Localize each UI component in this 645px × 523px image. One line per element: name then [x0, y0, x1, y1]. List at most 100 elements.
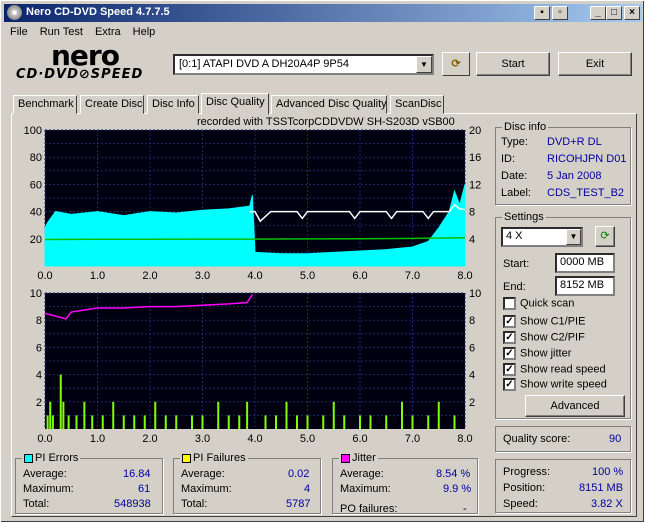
x-tick-label: 2.0 — [142, 433, 157, 445]
checkmark-icon[interactable]: ✓ — [503, 315, 516, 328]
pi-errors-total-label: Total: — [23, 498, 50, 510]
jitter-group: Jitter Average: 8.54 % Maximum: 9.9 % PO… — [332, 452, 478, 515]
quick-scan-checkbox[interactable]: Quick scan — [503, 297, 574, 310]
checkmark-icon[interactable]: ✓ — [503, 331, 516, 344]
refresh-drive-button[interactable]: ⟳ — [442, 52, 470, 76]
drive-select-value: [0:1] ATAPI DVD A DH20A4P 9P54 — [179, 58, 349, 70]
pi-failure-bar — [453, 415, 456, 429]
settings-group: Settings 4 X ▼ ⟳ Start: 0000 MB End: 815… — [495, 211, 631, 419]
quality-score-value: 90 — [609, 433, 622, 445]
x-tick-label: 7.0 — [405, 270, 420, 282]
progress-group: Progress: 100 % Position: 8151 MB Speed:… — [495, 459, 631, 513]
pi-failure-bar — [264, 415, 267, 429]
show-c2-pif-checkbox[interactable]: ✓ Show C2/PIF — [503, 331, 585, 344]
pi-failures-group: PI Failures Average: 0.02 Maximum: 4 Tot… — [173, 452, 321, 514]
progress-label: Progress: — [503, 466, 551, 478]
y2-tick-label: 6 — [469, 342, 475, 354]
pi-failure-bar — [201, 415, 204, 429]
show-jitter-checkbox[interactable]: ✓ Show jitter — [503, 347, 571, 360]
checkmark-icon[interactable]: ✓ — [503, 378, 516, 391]
pi-failure-bar — [322, 415, 325, 429]
extra-window-button-2[interactable]: ▫ — [552, 6, 568, 20]
position-value: 8151 MB — [579, 482, 624, 494]
y-tick-label: 80 — [30, 152, 42, 164]
pi-failure-bar — [75, 415, 78, 429]
progress-value: 100 % — [592, 466, 624, 478]
disc-type-label: Type: — [501, 136, 528, 148]
drive-select[interactable]: [0:1] ATAPI DVD A DH20A4P 9P54 ▼ — [173, 54, 434, 75]
speed-label: Speed: — [503, 498, 538, 510]
start-label: Start: — [503, 258, 530, 270]
y-tick-label: 40 — [30, 207, 42, 219]
show-c1-pie-checkbox[interactable]: ✓ Show C1/PIE — [503, 315, 585, 328]
y2-tick-label: 4 — [469, 370, 475, 382]
extra-window-button-1[interactable]: ▪ — [534, 6, 550, 20]
menu-extra[interactable]: Extra — [89, 24, 127, 40]
disc-label-value: CDS_TEST_B2 — [547, 187, 625, 199]
pi-failures-title-text: PI Failures — [193, 452, 246, 464]
end-input[interactable]: 8152 MB — [555, 276, 615, 296]
jitter-max-label: Maximum: — [340, 483, 391, 495]
pi-failure-bar — [306, 415, 309, 429]
jitter-avg-value: 8.54 % — [436, 468, 471, 480]
x-tick-label: 1.0 — [90, 270, 105, 282]
pi-failure-bar — [385, 415, 388, 429]
start-button[interactable]: Start — [476, 52, 550, 76]
pi-failures-chart: 10 8 6 4 2 10 8 6 4 2 0.0 1.0 2.0 3.0 4.0 5.0 6.0 7.0 8.0 — [30, 288, 482, 445]
exit-button[interactable]: Exit — [558, 52, 632, 76]
y2-tick-label: 10 — [469, 288, 481, 300]
pi-errors-max-value: 61 — [138, 483, 151, 495]
pi-errors-group: PI Errors Average: 16.84 Maximum: 61 Tot… — [15, 452, 163, 514]
menu-help[interactable]: Help — [127, 24, 162, 40]
tab-create-disc[interactable]: Create Disc — [80, 95, 144, 114]
po-failures-label: PO failures: — [340, 503, 398, 515]
x-tick-label: 4.0 — [247, 270, 262, 282]
menu-run-test[interactable]: Run Test — [34, 24, 89, 40]
pi-errors-title-text: PI Errors — [35, 452, 79, 464]
advanced-button[interactable]: Advanced — [525, 395, 625, 417]
menu-file[interactable]: File — [4, 24, 34, 40]
pi-failure-bar — [154, 401, 157, 429]
pi-failures-avg-value: 0.02 — [288, 468, 310, 480]
show-write-speed-checkbox[interactable]: ✓ Show write speed — [503, 378, 607, 391]
pi-failure-bar — [343, 415, 346, 429]
jitter-title-text: Jitter — [352, 452, 376, 464]
pi-errors-max-label: Maximum: — [23, 483, 74, 495]
quality-score-group: Quality score: 90 — [495, 426, 631, 452]
disc-id-value: RICOHJPN D01 — [547, 153, 627, 165]
checkmark-icon[interactable]: ✓ — [503, 363, 516, 376]
checkbox-box[interactable] — [503, 297, 516, 310]
refresh-speed-button[interactable]: ⟳ — [595, 226, 615, 247]
tab-benchmark[interactable]: Benchmark — [13, 95, 77, 114]
x-tick-label: 4.0 — [247, 433, 262, 445]
pi-failure-bar — [359, 415, 361, 429]
x-tick-label: 0.0 — [37, 270, 52, 282]
start-input[interactable]: 0000 MB — [555, 253, 615, 273]
speed-select[interactable]: 4 X ▼ — [501, 227, 583, 247]
refresh-icon: ⟳ — [600, 230, 610, 242]
x-tick-label: 2.0 — [142, 270, 157, 282]
tab-disc-info[interactable]: Disc Info — [147, 95, 199, 114]
minimize-icon[interactable]: _ — [590, 6, 606, 20]
chevron-down-icon[interactable]: ▼ — [566, 229, 581, 245]
pi-failures-title: PI Failures — [180, 452, 248, 464]
title-bar[interactable]: Nero CD-DVD Speed 4.7.7.5 ▪ ▫ _ □ × — [4, 4, 642, 22]
close-icon[interactable]: × — [624, 6, 640, 20]
pi-failure-bar — [246, 401, 249, 429]
tab-advanced-disc-quality[interactable]: Advanced Disc Quality — [271, 95, 387, 114]
pi-failure-bar — [217, 401, 220, 429]
jitter-avg-label: Average: — [340, 468, 384, 480]
maximize-icon[interactable]: □ — [606, 6, 622, 20]
y-tick-label: 2 — [36, 397, 42, 409]
tab-scandisc[interactable]: ScanDisc — [390, 95, 444, 114]
pi-failure-bar — [112, 401, 115, 429]
x-tick-label: 8.0 — [457, 433, 472, 445]
checkmark-icon[interactable]: ✓ — [503, 347, 516, 360]
position-label: Position: — [503, 482, 546, 494]
chevron-down-icon[interactable]: ▼ — [416, 56, 432, 73]
show-read-speed-checkbox[interactable]: ✓ Show read speed — [503, 363, 606, 376]
tab-disc-quality[interactable]: Disc Quality — [201, 93, 269, 115]
x-tick-label: 6.0 — [352, 433, 367, 445]
checkbox-label: Show read speed — [520, 363, 606, 376]
pi-failure-bar — [285, 401, 288, 429]
